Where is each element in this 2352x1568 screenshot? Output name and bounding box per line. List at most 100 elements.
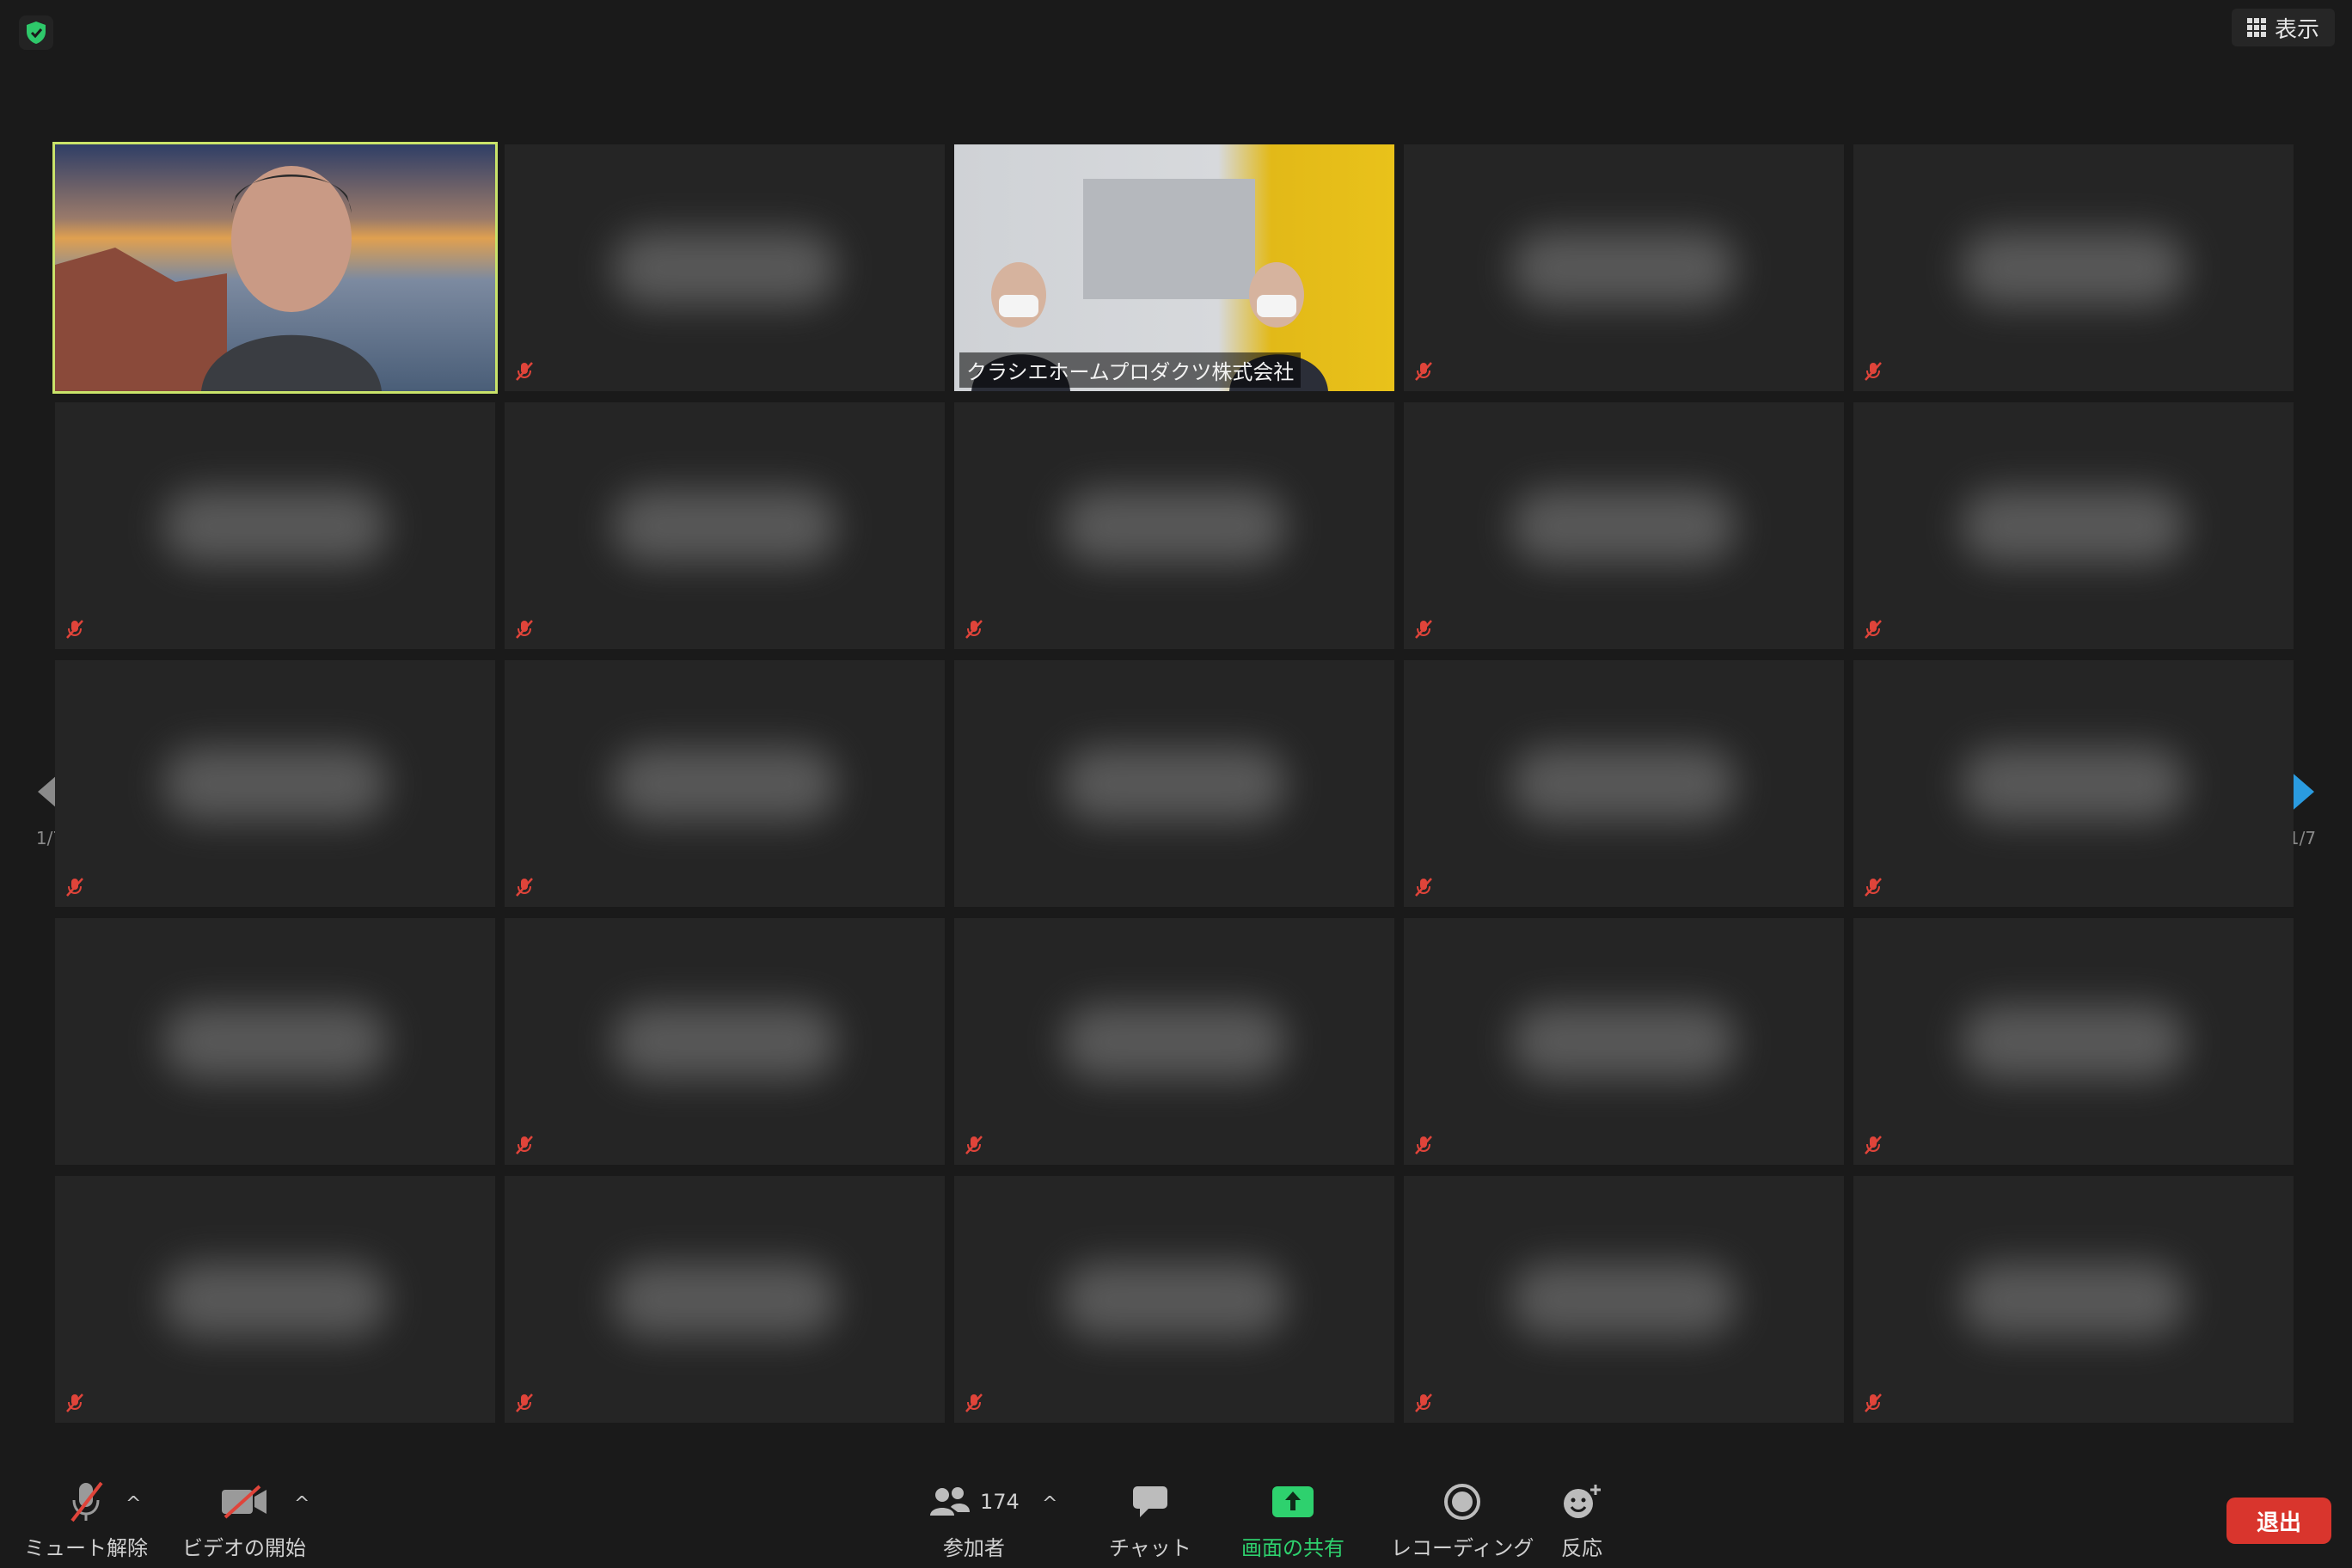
emoji-plus-icon — [1564, 1485, 1601, 1518]
blurred-participant-name — [1962, 1262, 2185, 1337]
share-screen-button[interactable]: 画面の共有 — [1241, 1479, 1344, 1561]
microphone-muted-icon — [1862, 1134, 1884, 1156]
blurred-participant-name — [163, 1262, 387, 1337]
microphone-muted-icon — [513, 1134, 536, 1156]
microphone-muted-icon — [64, 618, 86, 640]
participant-tile[interactable] — [1404, 660, 1844, 907]
unmute-button[interactable]: ミュート解除 — [24, 1479, 148, 1561]
blurred-participant-name — [1512, 1262, 1736, 1337]
participant-tile[interactable] — [505, 918, 945, 1165]
chat-button[interactable]: チャット — [1109, 1479, 1191, 1561]
leave-meeting-button[interactable]: 退出 — [2226, 1498, 2331, 1544]
microphone-muted-icon — [1412, 360, 1435, 383]
participant-tile[interactable] — [954, 402, 1394, 649]
participants-icon — [930, 1487, 970, 1516]
participants-options-caret-icon[interactable]: ^ — [1042, 1493, 1057, 1515]
blurred-participant-name — [1962, 230, 2185, 305]
microphone-muted-icon — [513, 360, 536, 383]
participant-tile[interactable] — [1853, 1176, 2294, 1423]
participant-tile[interactable] — [1404, 918, 1844, 1165]
participant-tile[interactable] — [52, 142, 498, 394]
blurred-participant-name — [613, 746, 836, 821]
microphone-muted-icon — [963, 618, 985, 640]
microphone-muted-icon — [1412, 1392, 1435, 1414]
blurred-participant-name — [613, 230, 836, 305]
video-gallery: クラシエホームプロダクツ株式会社 — [52, 142, 2294, 1423]
participant-tile[interactable] — [1404, 402, 1844, 649]
participant-tile[interactable] — [1853, 918, 2294, 1165]
participant-tile[interactable] — [55, 1176, 495, 1423]
blurred-participant-name — [1063, 1262, 1286, 1337]
participants-count: 174 — [980, 1490, 1020, 1514]
participant-tile[interactable] — [505, 402, 945, 649]
view-button[interactable]: 表示 — [2231, 9, 2335, 46]
share-screen-icon — [1272, 1486, 1314, 1517]
participant-tile[interactable] — [505, 1176, 945, 1423]
participant-tile[interactable]: クラシエホームプロダクツ株式会社 — [954, 144, 1394, 391]
video-camera-off-icon — [222, 1485, 266, 1519]
blurred-participant-name — [163, 488, 387, 563]
audio-options-caret-icon[interactable]: ^ — [126, 1493, 141, 1515]
microphone-muted-icon — [963, 1134, 985, 1156]
participant-tile[interactable] — [55, 660, 495, 907]
participant-tile[interactable] — [1404, 144, 1844, 391]
participant-tile[interactable] — [1853, 660, 2294, 907]
microphone-muted-icon — [513, 618, 536, 640]
microphone-muted-icon — [64, 876, 86, 898]
blurred-participant-name — [1962, 488, 2185, 563]
blurred-participant-name — [163, 746, 387, 821]
microphone-muted-icon — [1412, 1134, 1435, 1156]
participant-tile[interactable] — [505, 144, 945, 391]
share-screen-label: 画面の共有 — [1241, 1536, 1344, 1560]
microphone-muted-icon — [513, 1392, 536, 1414]
grid-icon — [2246, 18, 2266, 37]
chat-bubble-icon — [1132, 1486, 1167, 1517]
reactions-label: 反応 — [1561, 1536, 1602, 1560]
blurred-participant-name — [613, 488, 836, 563]
participant-name-label: クラシエホームプロダクツ株式会社 — [959, 352, 1302, 388]
blurred-participant-name — [1512, 230, 1736, 305]
microphone-muted-icon — [1862, 876, 1884, 898]
unmute-label: ミュート解除 — [24, 1536, 148, 1560]
microphone-muted-icon — [1412, 618, 1435, 640]
blurred-participant-name — [1512, 488, 1736, 563]
view-label: 表示 — [2274, 16, 2319, 43]
blurred-participant-name — [1962, 746, 2185, 821]
participant-tile[interactable] — [505, 660, 945, 907]
participant-tile[interactable] — [55, 918, 495, 1165]
participants-label: 参加者 — [942, 1536, 1005, 1560]
microphone-muted-icon — [1862, 618, 1884, 640]
record-label: レコーディング — [1391, 1536, 1534, 1560]
microphone-muted-icon — [1412, 876, 1435, 898]
video-options-caret-icon[interactable]: ^ — [294, 1493, 309, 1515]
chat-label: チャット — [1109, 1536, 1191, 1560]
microphone-muted-icon — [1862, 360, 1884, 383]
blurred-participant-name — [1512, 1004, 1736, 1079]
participant-tile[interactable] — [954, 660, 1394, 907]
participant-tile[interactable] — [1853, 144, 2294, 391]
participants-button[interactable]: 174 参加者 — [928, 1479, 1020, 1561]
microphone-muted-icon — [70, 1481, 103, 1522]
microphone-muted-icon — [1862, 1392, 1884, 1414]
start-video-button[interactable]: ビデオの開始 — [182, 1479, 306, 1561]
blurred-participant-name — [1962, 1004, 2185, 1079]
participant-tile[interactable] — [1404, 1176, 1844, 1423]
participant-tile[interactable] — [1853, 402, 2294, 649]
blurred-participant-name — [1063, 1004, 1286, 1079]
record-button[interactable]: レコーディング — [1391, 1479, 1534, 1561]
participant-tile[interactable] — [954, 918, 1394, 1165]
meeting-toolbar: ミュート解除 ^ ビデオの開始 ^ 174 参加者 ^ チャット 画面の共有 レ… — [0, 1458, 2352, 1568]
participant-tile[interactable] — [954, 1176, 1394, 1423]
reactions-button[interactable]: 反応 — [1561, 1479, 1602, 1561]
start-video-label: ビデオの開始 — [182, 1536, 306, 1560]
participant-video — [55, 144, 495, 391]
blurred-participant-name — [1512, 746, 1736, 821]
blurred-participant-name — [613, 1004, 836, 1079]
participant-tile[interactable] — [55, 402, 495, 649]
blurred-participant-name — [1063, 746, 1286, 821]
blurred-participant-name — [163, 1004, 387, 1079]
blurred-participant-name — [613, 1262, 836, 1337]
security-shield-icon[interactable] — [19, 15, 53, 50]
microphone-muted-icon — [513, 876, 536, 898]
record-icon — [1444, 1484, 1481, 1520]
